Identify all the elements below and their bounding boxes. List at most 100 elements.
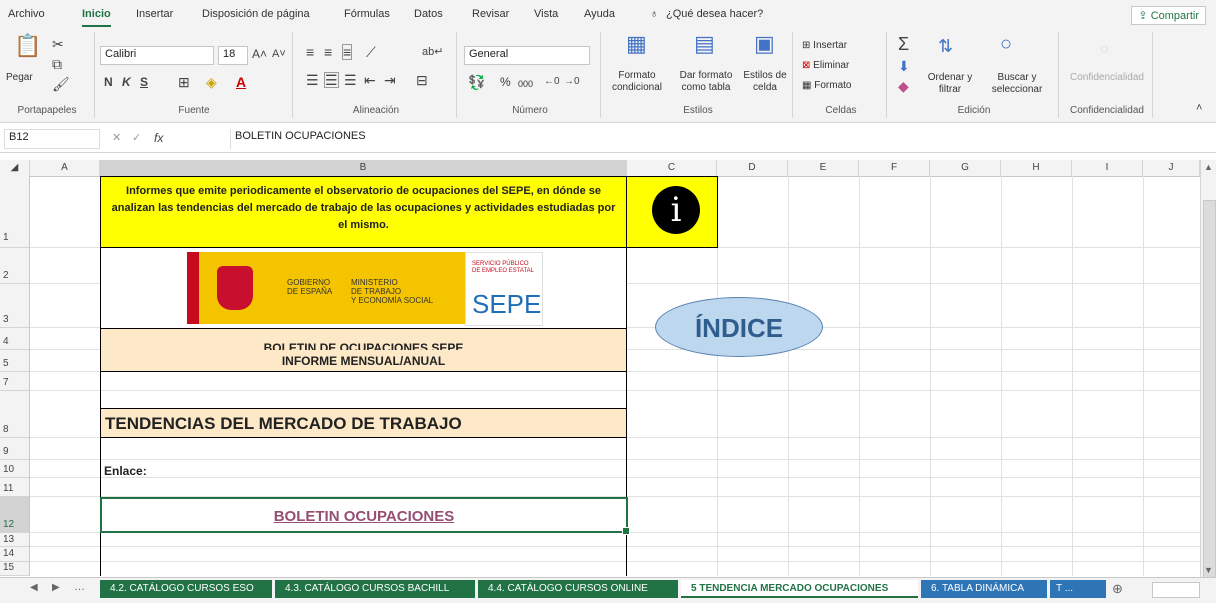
sheet-tab[interactable]: 4.3. CATÁLOGO CURSOS BACHILL <box>275 580 475 598</box>
column-header[interactable]: E <box>788 160 859 176</box>
paste-button[interactable]: Pegar <box>6 72 33 84</box>
shrink-font-icon[interactable]: A˅ <box>272 46 286 62</box>
confidentiality-button[interactable]: Confidencialidad <box>1064 72 1150 84</box>
prev-sheet-icon[interactable]: ◀ <box>30 582 38 593</box>
bold-button[interactable]: N <box>104 74 113 90</box>
vertical-scrollbar[interactable]: ▲ ▼ <box>1200 160 1216 592</box>
autosum-icon[interactable]: Σ <box>898 35 909 53</box>
function-icon[interactable]: fx <box>154 130 163 146</box>
boletin-link[interactable]: BOLETIN OCUPACIONES <box>102 508 626 525</box>
row-header[interactable]: 4 <box>0 328 30 350</box>
worksheet-grid[interactable]: 1 2 3 4 5 7 8 9 10 11 12 13 14 15 Inform… <box>0 176 1200 576</box>
row-header[interactable]: 3 <box>0 284 30 328</box>
add-sheet-icon[interactable]: ⊕ <box>1112 581 1123 597</box>
sort-filter-icon[interactable]: ⇅ <box>938 37 953 55</box>
row-header[interactable]: 2 <box>0 248 30 284</box>
font-name-select[interactable]: Calibri <box>100 46 214 65</box>
horizontal-scrollbar[interactable] <box>1152 582 1200 598</box>
conditional-format-button[interactable]: Formato condicional <box>606 70 668 94</box>
tab-insertar[interactable]: Insertar <box>136 8 173 20</box>
scroll-down-icon[interactable]: ▼ <box>1204 565 1213 575</box>
sheet-tab[interactable]: 4.2. CATÁLOGO CURSOS ESO <box>100 580 272 598</box>
find-select-button[interactable]: Buscar y seleccionar <box>982 72 1052 96</box>
cell-styles-icon[interactable]: ▣ <box>754 33 775 55</box>
row-header[interactable]: 15 <box>0 562 30 576</box>
paste-icon[interactable]: 📋 <box>14 35 41 57</box>
delete-cells-button[interactable]: ⊠ Eliminar <box>802 60 849 72</box>
align-top-icon[interactable]: ≡ <box>306 44 314 60</box>
underline-button[interactable]: S <box>140 74 148 90</box>
grow-font-icon[interactable]: A˄ <box>252 46 267 62</box>
fill-handle[interactable] <box>622 527 630 535</box>
column-header[interactable]: G <box>930 160 1001 176</box>
cell-styles-button[interactable]: Estilos de celda <box>740 70 790 94</box>
confirm-icon[interactable]: ✓ <box>132 130 141 146</box>
next-sheet-icon[interactable]: ▶ <box>52 582 60 593</box>
share-button[interactable]: ⇪ Compartir <box>1131 6 1206 25</box>
fill-icon[interactable]: ⬇ <box>898 58 910 74</box>
align-left-icon[interactable]: ☰ <box>306 72 319 88</box>
row-header[interactable]: 1 <box>0 176 30 248</box>
format-as-table-button[interactable]: Dar formato como tabla <box>674 70 738 94</box>
column-header[interactable]: A <box>30 160 100 176</box>
conditional-format-icon[interactable]: ▦ <box>626 33 647 55</box>
column-header[interactable]: F <box>859 160 930 176</box>
insert-cells-button[interactable]: ⊞ Insertar <box>802 40 847 52</box>
select-all-corner[interactable]: ◢ <box>0 160 30 176</box>
italic-button[interactable]: K <box>122 74 131 90</box>
sheet-tab[interactable]: 6. TABLA DINÁMICA <box>921 580 1047 598</box>
column-header[interactable]: C <box>627 160 717 176</box>
align-middle-icon[interactable]: ≡ <box>324 44 332 60</box>
sheet-tab[interactable]: T ... <box>1050 580 1106 598</box>
row-header[interactable]: 10 <box>0 460 30 478</box>
column-header[interactable]: D <box>717 160 788 176</box>
cut-icon[interactable]: ✂ <box>52 36 64 52</box>
tell-me-search[interactable]: ¿Qué desea hacer? <box>666 8 763 20</box>
format-table-icon[interactable]: ▤ <box>694 33 715 55</box>
tab-revisar[interactable]: Revisar <box>472 8 509 20</box>
orientation-icon[interactable]: ⟋ <box>366 44 376 60</box>
borders-icon[interactable]: ⊞ <box>178 74 190 90</box>
formula-input[interactable]: BOLETIN OCUPACIONES <box>230 129 1210 149</box>
align-center-icon[interactable]: ☰ <box>324 72 339 88</box>
scroll-up-icon[interactable]: ▲ <box>1204 162 1213 172</box>
tab-disposicion[interactable]: Disposición de página <box>202 8 310 20</box>
font-color-icon[interactable]: A <box>236 74 246 90</box>
empty-cell[interactable] <box>100 391 627 408</box>
more-sheets-icon[interactable]: … <box>74 581 85 593</box>
column-header[interactable]: B <box>100 160 627 176</box>
sort-filter-button[interactable]: Ordenar y filtrar <box>922 72 978 96</box>
clear-icon[interactable]: ◆ <box>898 78 909 94</box>
tab-archivo[interactable]: Archivo <box>8 8 45 20</box>
info-icon-cell[interactable]: i <box>626 176 718 248</box>
decrease-indent-icon[interactable]: ⇤ <box>364 72 376 88</box>
sheet-tab-active[interactable]: 5 TENDENCIA MERCADO OCUPACIONES <box>681 580 918 598</box>
copy-icon[interactable]: ⧉ <box>52 56 62 72</box>
percent-button[interactable]: % <box>500 76 511 88</box>
search-icon[interactable]: ○ <box>1000 34 1012 54</box>
align-right-icon[interactable]: ☰ <box>344 72 357 88</box>
row-header[interactable]: 13 <box>0 533 30 547</box>
name-box[interactable]: B12 <box>4 129 100 149</box>
info-description-cell[interactable]: Informes que emite periodicamente el obs… <box>100 176 627 248</box>
format-painter-icon[interactable]: 🖌 <box>52 76 70 92</box>
number-format-select[interactable]: General <box>464 46 590 65</box>
wrap-text-icon[interactable]: ab↵ <box>422 44 443 60</box>
align-bottom-icon[interactable]: ≡ <box>342 44 353 60</box>
merge-center-icon[interactable]: ⊟ <box>416 72 428 88</box>
row-header[interactable]: 9 <box>0 438 30 460</box>
collapse-ribbon-icon[interactable]: ˄ <box>1196 100 1202 116</box>
increase-indent-icon[interactable]: ⇥ <box>384 72 396 88</box>
indice-button[interactable]: ÍNDICE <box>655 297 823 357</box>
info-icon[interactable]: i <box>652 186 700 234</box>
scroll-thumb[interactable] <box>1203 200 1216 592</box>
tab-formulas[interactable]: Fórmulas <box>344 8 390 20</box>
tab-datos[interactable]: Datos <box>414 8 443 20</box>
comma-style-button[interactable]: 000 <box>518 78 533 90</box>
fill-color-icon[interactable]: ◈ <box>206 74 217 90</box>
column-header[interactable]: J <box>1143 160 1200 176</box>
font-size-select[interactable]: 18 <box>218 46 248 65</box>
column-header[interactable]: I <box>1072 160 1143 176</box>
sheet-tab[interactable]: 4.4. CATÁLOGO CURSOS ONLINE <box>478 580 678 598</box>
format-cells-button[interactable]: ▦ Formato <box>802 80 851 92</box>
